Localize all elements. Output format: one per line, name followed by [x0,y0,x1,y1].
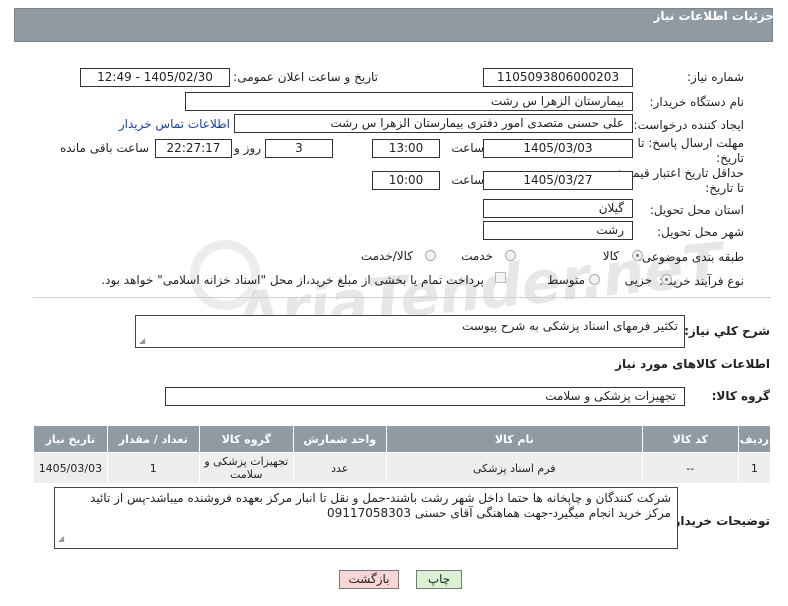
price-hour-label: ساعت [451,173,484,187]
process-label: نوع فرآیند خرید : [659,274,744,288]
need-number-field: 1105093806000203 [483,68,633,87]
announce-field: 1405/02/30 - 12:49 [80,68,230,87]
category-option-goods-service: کالا/خدمت [360,249,413,263]
deadline-hour-label: ساعت [451,141,484,155]
category-option-service: خدمت [461,249,493,263]
goods-group-label: گروه کالا: [711,389,770,403]
price-date-field: 1405/03/27 [483,171,633,190]
resize-grip-icon: ◢ [139,336,146,345]
resize-grip-icon: ◢ [58,534,65,543]
days-field: 3 [265,139,333,158]
announce-label: تاریخ و ساعت اعلان عمومی: [233,70,378,84]
buyer-notes-textarea[interactable]: شرکت کنندگان و چاپخانه ها حتما داخل شهر … [54,487,678,549]
days-label: روز و [234,141,261,155]
province-field: گیلان [483,199,633,218]
goods-info-title: اطلاعات کالاهای مورد نیاز [615,357,770,371]
cell-group: تجهیزات پزشکی و سلامت [198,452,294,484]
divider [33,297,771,298]
deadline-label: مهلت ارسال پاسخ: تا [637,136,744,150]
col-date: تاریخ نیاز [33,425,108,453]
cell-date: 1405/03/03 [33,452,108,484]
process-radio-medium[interactable] [589,274,600,285]
buyer-org-label: نام دستگاه خریدار: [649,95,745,109]
province-label: استان محل تحویل: [649,203,744,217]
price-validity-label: حداقل تاریخ اعتبار قیمت: [617,166,744,180]
remaining-time-field: 22:27:17 [155,139,232,158]
remaining-label: ساعت باقی مانده [59,141,149,155]
col-group: گروه کالا [198,425,294,453]
category-label: طبقه بندی موضوعی: [637,250,744,264]
items-table: ردیف کد کالا نام کالا واحد شمارش گروه کا… [33,425,772,484]
table-row: 1 -- فرم اسناد پزشکی عدد تجهیزات پزشکی و… [33,452,772,484]
buyer-notes-text: شرکت کنندگان و چاپخانه ها حتما داخل شهر … [90,491,671,520]
summary-text: تکثیر فرمهای اسناد پزشکی به شرح پیوست [462,319,678,333]
summary-textarea[interactable]: تکثیر فرمهای اسناد پزشکی به شرح پیوست ◢ [135,315,685,348]
buyer-notes-label: توضیحات خریدار: [668,514,770,528]
col-unit: واحد شمارش [292,425,387,453]
cell-row: 1 [737,452,772,484]
category-radio-service[interactable] [505,250,516,261]
cell-qty: 1 [106,452,200,484]
city-label: شهر محل تحویل: [657,225,744,239]
process-radio-minor[interactable] [661,274,672,285]
creator-label: ایجاد کننده درخواست: [633,118,744,132]
process-option-minor: جزیی [624,273,652,287]
cell-name: فرم اسناد پزشکی [385,452,643,484]
col-qty: تعداد / مقدار [106,425,200,453]
process-option-medium: متوسط [547,273,585,287]
col-name: نام کالا [385,425,643,453]
contact-link[interactable]: اطلاعات تماس خریدار [119,117,230,131]
buyer-org-field: بیمارستان الزهرا س رشت [185,92,633,111]
deadline-time-field: 13:00 [372,139,440,158]
payment-checkbox[interactable] [495,272,506,283]
city-field: رشت [483,221,633,240]
page-title: جزئیات اطلاعات نیاز [653,9,774,23]
col-row: ردیف [737,425,772,453]
category-radio-goods[interactable] [632,250,643,261]
cell-code: -- [641,452,739,484]
price-validity-label-2: تا تاریخ: [705,181,744,195]
deadline-date-field: 1405/03/03 [483,139,633,158]
need-number-label: شماره نیاز: [687,70,744,84]
back-button[interactable]: بازگشت [339,570,399,589]
deadline-label-2: تاریخ: [716,151,744,165]
cell-unit: عدد [292,452,387,484]
creator-field: علی حسنی متصدی امور دفتری بیمارستان الزه… [234,114,633,133]
summary-label: شرح کلي نياز: [684,324,770,338]
goods-group-field: تجهیزات پزشکی و سلامت [165,387,685,406]
category-radio-goods-service[interactable] [425,250,436,261]
print-button[interactable]: چاپ [416,570,462,589]
col-code: کد کالا [641,425,739,453]
category-option-goods: کالا [602,249,619,263]
payment-note: پرداخت تمام یا بخشی از مبلغ خرید،از محل … [101,273,484,287]
price-time-field: 10:00 [372,171,440,190]
table-header-row: ردیف کد کالا نام کالا واحد شمارش گروه کا… [33,425,772,453]
